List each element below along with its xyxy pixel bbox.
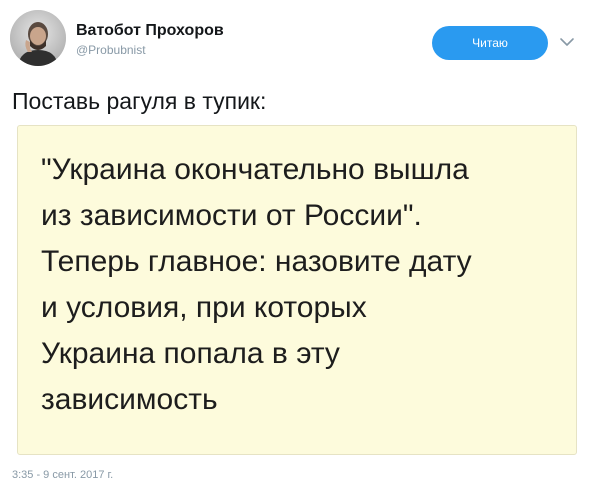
quote-line: Теперь главное: назовите дату: [41, 245, 472, 278]
quote-line: и условия, при которых: [41, 291, 367, 324]
quote-line: "Украина окончательно вышла: [41, 153, 469, 186]
author-handle[interactable]: @Probubnist: [76, 41, 224, 59]
tweet-timestamp[interactable]: 3:35 - 9 сент. 2017 г.: [12, 468, 113, 482]
author-names: Ватобот Прохоров @Probubnist: [76, 21, 224, 59]
author-display-name[interactable]: Ватобот Прохоров: [76, 21, 224, 41]
tweet: Ватобот Прохоров @Probubnist Читаю Поста…: [0, 0, 604, 495]
tweet-text: Поставь рагуля в тупик:: [12, 88, 267, 114]
avatar[interactable]: [10, 10, 66, 66]
quote-image[interactable]: "Украина окончательно вышла из зависимос…: [17, 125, 577, 455]
chevron-down-icon[interactable]: [558, 33, 576, 51]
person-avatar-icon: [10, 10, 66, 66]
quote-line: зависимость: [41, 383, 218, 416]
following-button[interactable]: Читаю: [432, 26, 548, 60]
quote-line: из зависимости от России".: [41, 199, 422, 232]
tweet-header: Ватобот Прохоров @Probubnist Читаю: [10, 10, 594, 70]
quote-line: Украина попала в эту: [41, 337, 340, 370]
quote-text: "Украина окончательно вышла из зависимос…: [41, 147, 472, 423]
